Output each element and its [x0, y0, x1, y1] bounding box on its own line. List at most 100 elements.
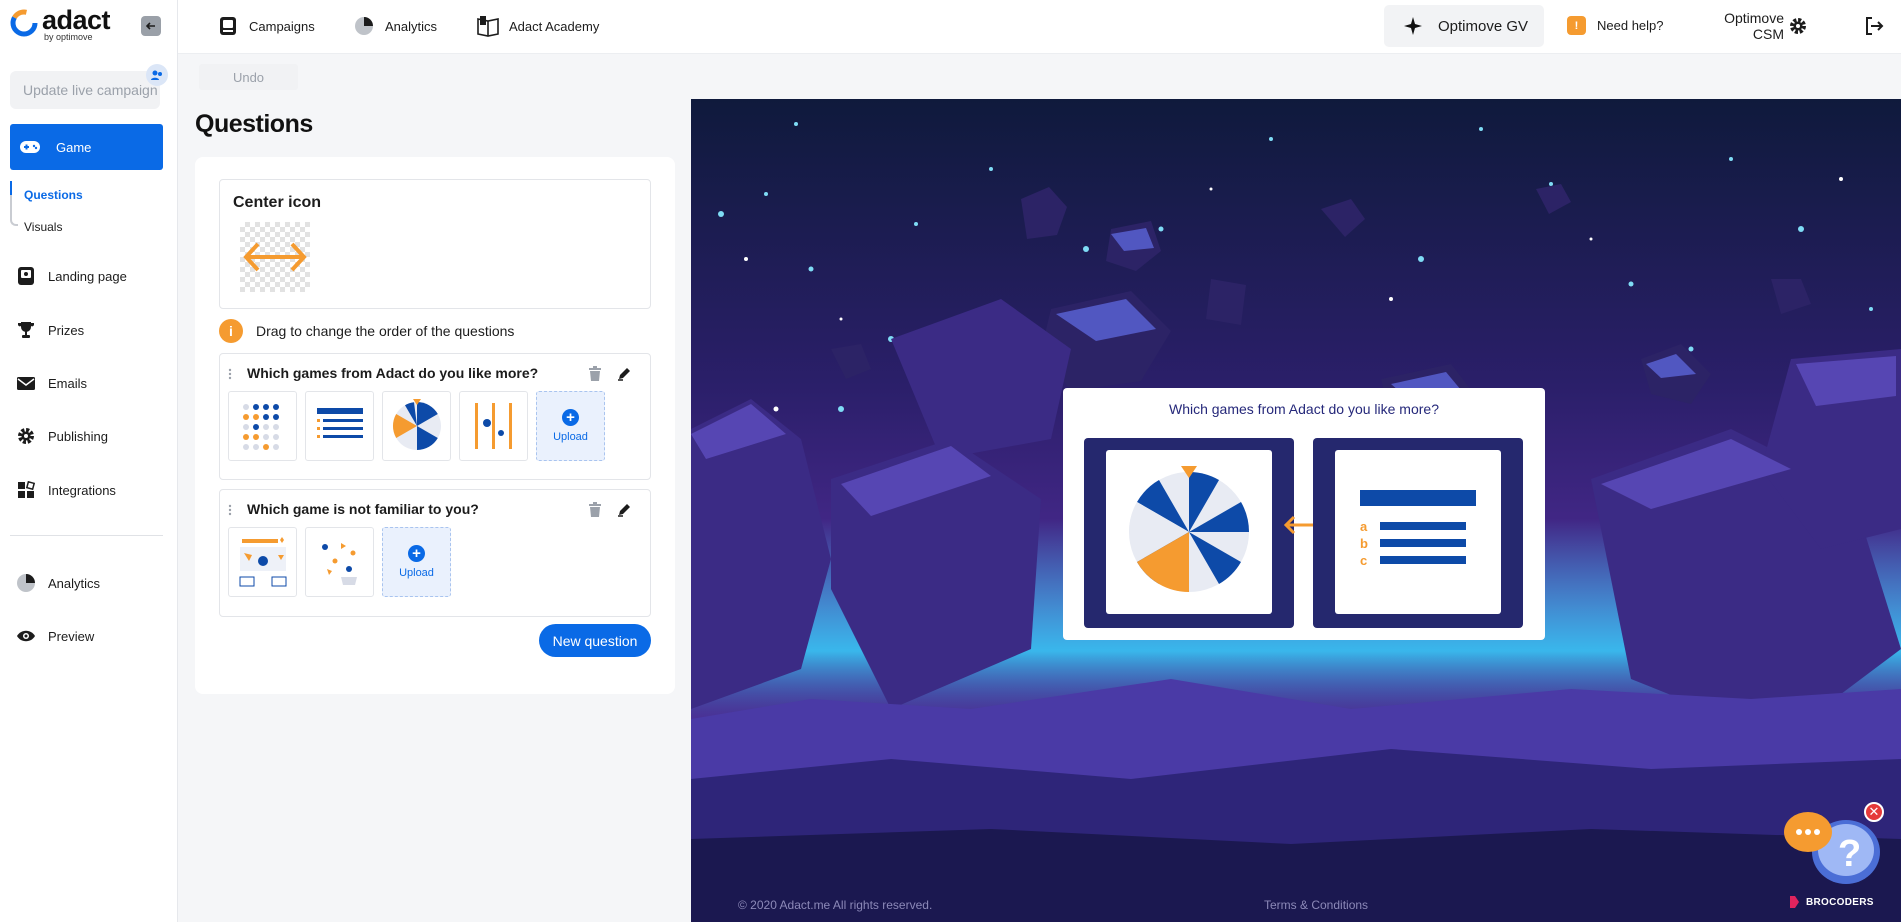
pencil-icon[interactable]	[617, 502, 632, 517]
topnav-campaigns[interactable]: Campaigns	[216, 14, 315, 38]
game-tile-memory[interactable]	[228, 391, 297, 461]
sidebar-item-label: Publishing	[48, 428, 108, 444]
sidebar-item-analytics[interactable]: Analytics	[14, 571, 100, 595]
yes-no-game-icon	[239, 537, 286, 587]
page-icon	[14, 264, 38, 288]
subnav-item-visuals[interactable]: Visuals	[24, 220, 62, 234]
preview-footer-copyright: © 2020 Adact.me All rights reserved.	[738, 898, 933, 912]
drag-handle-icon[interactable]	[228, 368, 232, 380]
preview-option-wheel-image	[1106, 450, 1272, 614]
trophy-icon	[14, 318, 38, 342]
trash-icon[interactable]	[588, 502, 602, 517]
upload-tile[interactable]: + Upload	[536, 391, 605, 461]
info-icon: i	[219, 319, 243, 343]
sidebar-divider	[10, 535, 163, 536]
sidebar-item-game-label: Game	[56, 139, 92, 155]
question-card[interactable]: Which game is not familiar to you? + Upl…	[219, 489, 651, 617]
center-icon-title: Center icon	[233, 194, 322, 211]
upload-label: Upload	[553, 431, 588, 443]
envelope-icon	[14, 371, 38, 395]
sidebar: adact by optimove Update live campaign G…	[0, 0, 178, 922]
pie-chart-icon	[14, 571, 38, 595]
drag-handle-icon[interactable]	[228, 504, 232, 516]
pencil-icon[interactable]	[617, 366, 632, 381]
center-icon-preview[interactable]	[240, 222, 310, 292]
user-name-line2: CSM	[1752, 26, 1784, 42]
settings-gear-icon[interactable]	[1789, 17, 1807, 40]
update-live-campaign-button[interactable]: Update live campaign	[10, 71, 160, 109]
sidebar-item-publishing[interactable]: Publishing	[14, 424, 108, 448]
sidebar-item-preview[interactable]: Preview	[14, 624, 94, 648]
undo-button[interactable]: Undo	[199, 64, 298, 90]
topnav-analytics-label: Analytics	[385, 18, 438, 34]
sidebar-item-prizes[interactable]: Prizes	[14, 318, 84, 342]
sidebar-item-label: Emails	[48, 375, 88, 391]
need-help-label: Need help?	[1597, 18, 1664, 33]
sidebar-item-emails[interactable]: Emails	[14, 371, 87, 395]
questions-card: Center icon i Drag to change the order o…	[195, 157, 675, 694]
preview-option-quiz-image: a b c	[1335, 450, 1501, 614]
game-tiles: + Upload	[228, 391, 613, 461]
preview-question-card: Which games from Adact do you like more?	[1063, 388, 1545, 640]
question-title: Which game is not familiar to you?	[247, 501, 479, 517]
game-tile-quiz[interactable]	[305, 391, 374, 461]
game-tiles: + Upload	[228, 527, 459, 597]
preview-option-quiz[interactable]: a b c	[1313, 438, 1523, 628]
plus-icon: +	[408, 545, 425, 562]
close-chat-icon[interactable]: ✕	[1864, 802, 1884, 822]
game-tile-yes-no[interactable]	[228, 527, 297, 597]
spin-wheel-icon	[392, 399, 441, 450]
logout-icon[interactable]	[1863, 15, 1885, 42]
game-tile-catch[interactable]	[305, 527, 374, 597]
user-name-line1: Optimove	[1724, 10, 1784, 26]
eye-icon	[14, 624, 38, 648]
preview-footer-terms-link[interactable]: Terms & Conditions	[1264, 898, 1368, 912]
reorder-hint: i Drag to change the order of the questi…	[219, 319, 514, 343]
account-name: Optimove GV	[1438, 17, 1529, 35]
sidebar-item-label: Preview	[48, 628, 95, 644]
upload-tile[interactable]: + Upload	[382, 527, 451, 597]
adact-logo[interactable]: adact by optimove	[10, 6, 111, 42]
top-bar: Campaigns Analytics Adact Academy Optimo…	[178, 0, 1901, 54]
account-switcher[interactable]: Optimove GV	[1384, 5, 1544, 47]
trash-icon[interactable]	[588, 366, 602, 381]
question-title: Which games from Adact do you like more?	[247, 365, 539, 381]
subnav-item-questions[interactable]: Questions	[24, 188, 83, 202]
quiz-list-icon	[316, 408, 363, 438]
reorder-hint-text: Drag to change the order of the question…	[256, 323, 515, 339]
grid-icon	[14, 478, 38, 502]
upload-label: Upload	[399, 567, 434, 579]
need-help-link[interactable]: ! Need help?	[1567, 16, 1664, 35]
new-question-button[interactable]: New question	[539, 624, 651, 657]
book-icon	[476, 14, 500, 38]
sidebar-item-landing-page[interactable]: Landing page	[14, 264, 127, 288]
brocoders-logo: BROCODERS	[1788, 895, 1874, 909]
page-title: Questions	[195, 110, 313, 138]
topnav-academy-label: Adact Academy	[509, 18, 600, 34]
quiz-letter: a	[1360, 519, 1368, 534]
topnav-academy[interactable]: Adact Academy	[476, 14, 599, 38]
publish-people-icon[interactable]	[146, 64, 168, 86]
sparkle-icon	[1404, 17, 1422, 35]
topnav-analytics[interactable]: Analytics	[352, 14, 437, 38]
logo-mark-icon	[10, 9, 38, 37]
sidebar-item-game[interactable]: Game	[10, 124, 163, 170]
double-arrow-icon	[243, 242, 307, 272]
question-card[interactable]: Which games from Adact do you like more?	[219, 353, 651, 480]
game-tile-sliders[interactable]	[459, 391, 528, 461]
quiz-letter: b	[1360, 536, 1368, 551]
topnav-campaigns-label: Campaigns	[249, 18, 315, 34]
sidebar-item-label: Landing page	[48, 268, 127, 284]
help-badge-icon: !	[1567, 16, 1586, 35]
sidebar-item-label: Analytics	[48, 575, 101, 591]
svg-text:?: ?	[1838, 833, 1861, 875]
preview-option-wheel[interactable]	[1084, 438, 1294, 628]
preview-quiz-letters: a b c	[1360, 518, 1368, 569]
catch-game-icon	[321, 543, 357, 585]
sidebar-item-label: Prizes	[48, 322, 85, 338]
sidebar-item-integrations[interactable]: Integrations	[14, 478, 116, 502]
game-tile-wheel[interactable]	[382, 391, 451, 461]
subnav-active-marker	[10, 181, 12, 195]
collapse-sidebar-button[interactable]	[141, 16, 161, 36]
preview-question-text: Which games from Adact do you like more?	[1168, 401, 1439, 417]
